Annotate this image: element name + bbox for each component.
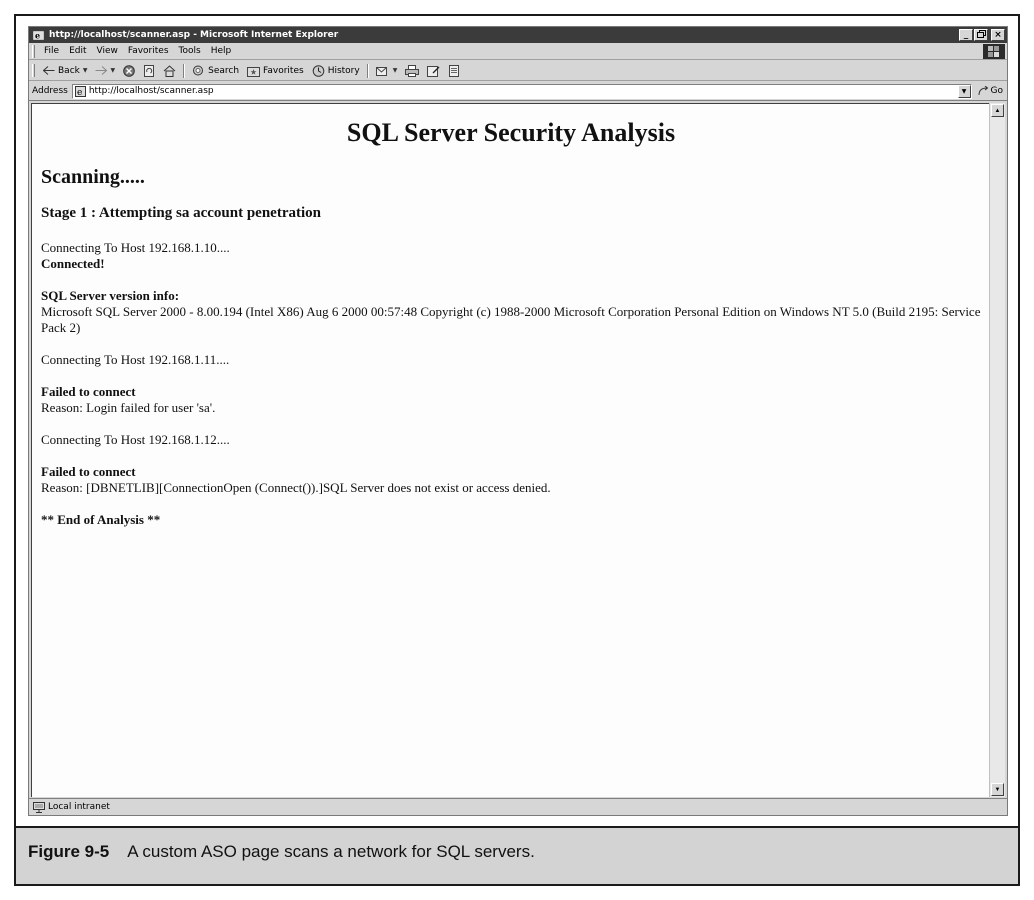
ie-page-icon: e bbox=[74, 85, 86, 97]
scroll-down-icon[interactable]: ▼ bbox=[991, 783, 1004, 796]
standard-toolbar: Back ▼ ▼ Search Favorites History ▼ bbox=[29, 61, 1007, 81]
home-icon bbox=[163, 64, 176, 77]
toolbar-separator bbox=[366, 63, 369, 78]
host2-reason: Reason: Login failed for user 'sa'. bbox=[41, 400, 216, 415]
maximize-button[interactable] bbox=[974, 29, 988, 41]
menubar-grip[interactable] bbox=[32, 44, 35, 58]
history-label: History bbox=[327, 65, 360, 76]
search-icon bbox=[192, 65, 205, 77]
forward-arrow-icon bbox=[95, 66, 108, 75]
menu-file[interactable]: File bbox=[39, 46, 64, 56]
menu-view[interactable]: View bbox=[92, 46, 123, 56]
back-button[interactable]: Back ▼ bbox=[39, 62, 91, 80]
go-label: Go bbox=[990, 86, 1003, 96]
menu-bar: File Edit View Favorites Tools Help bbox=[29, 43, 1007, 60]
forward-dropdown-icon[interactable]: ▼ bbox=[110, 67, 115, 74]
address-url: http://localhost/scanner.asp bbox=[88, 86, 214, 96]
mail-icon bbox=[375, 65, 390, 77]
version-info-text: Microsoft SQL Server 2000 - 8.00.194 (In… bbox=[41, 304, 981, 335]
scanning-heading: Scanning..... bbox=[41, 166, 145, 188]
scroll-up-icon[interactable]: ▲ bbox=[991, 104, 1004, 117]
back-label: Back bbox=[58, 65, 80, 76]
address-input[interactable]: e http://localhost/scanner.asp ▼ bbox=[71, 83, 972, 99]
mail-button[interactable]: ▼ bbox=[372, 62, 402, 80]
print-button[interactable] bbox=[401, 62, 423, 80]
mail-dropdown-icon[interactable]: ▼ bbox=[393, 67, 398, 74]
zone-label: Local intranet bbox=[48, 802, 110, 812]
browser-window: e http://localhost/scanner.asp - Microso… bbox=[28, 26, 1008, 816]
title-bar[interactable]: e http://localhost/scanner.asp - Microso… bbox=[29, 27, 1007, 43]
figure-caption-text: A custom ASO page scans a network for SQ… bbox=[127, 842, 535, 861]
history-icon bbox=[312, 64, 325, 77]
host1-result: Connected! bbox=[41, 256, 105, 271]
stage-heading: Stage 1 : Attempting sa account penetrat… bbox=[41, 205, 321, 221]
local-intranet-icon bbox=[33, 801, 45, 813]
host3-connecting: Connecting To Host 192.168.1.12.... bbox=[41, 432, 230, 447]
toolbar-separator bbox=[183, 63, 186, 78]
search-label: Search bbox=[208, 65, 240, 76]
minimize-button[interactable]: _ bbox=[959, 29, 973, 41]
address-bar: Address e http://localhost/scanner.asp ▼… bbox=[29, 82, 1007, 101]
page-content: SQL Server Security Analysis Scanning...… bbox=[31, 103, 989, 797]
edit-icon bbox=[427, 65, 440, 77]
menu-help[interactable]: Help bbox=[206, 46, 237, 56]
menu-favorites[interactable]: Favorites bbox=[123, 46, 174, 56]
host1-connecting: Connecting To Host 192.168.1.10.... bbox=[41, 240, 230, 255]
history-button[interactable]: History bbox=[308, 62, 364, 80]
address-label: Address bbox=[32, 86, 68, 96]
figure-label: Figure 9-5 bbox=[28, 842, 110, 861]
toolbar-grip[interactable] bbox=[32, 64, 35, 77]
refresh-button[interactable] bbox=[139, 62, 159, 80]
end-of-analysis: ** End of Analysis ** bbox=[41, 512, 161, 527]
go-button[interactable]: Go bbox=[972, 86, 1007, 96]
menu-edit[interactable]: Edit bbox=[64, 46, 91, 56]
ie-icon: e bbox=[32, 29, 45, 42]
back-arrow-icon bbox=[43, 66, 55, 75]
address-dropdown-icon[interactable]: ▼ bbox=[957, 84, 971, 98]
close-button[interactable]: × bbox=[991, 29, 1005, 41]
window-controls: _ × bbox=[959, 29, 1005, 41]
discuss-button[interactable] bbox=[444, 62, 464, 80]
stop-button[interactable] bbox=[119, 62, 139, 80]
discuss-icon bbox=[448, 64, 460, 77]
favorites-label: Favorites bbox=[263, 65, 304, 76]
figure-caption: Figure 9-5 A custom ASO page scans a net… bbox=[16, 826, 1018, 884]
search-button[interactable]: Search bbox=[188, 62, 243, 80]
favorites-button[interactable]: Favorites bbox=[243, 62, 308, 80]
favorites-icon bbox=[247, 65, 261, 77]
stop-icon bbox=[123, 64, 135, 77]
page-title: SQL Server Security Analysis bbox=[346, 118, 676, 147]
back-dropdown-icon[interactable]: ▼ bbox=[83, 67, 88, 74]
refresh-icon bbox=[143, 64, 155, 77]
host3-result: Failed to connect bbox=[41, 464, 136, 479]
vertical-scrollbar[interactable]: ▲ ▼ bbox=[989, 103, 1005, 797]
version-info-label: SQL Server version info: bbox=[41, 288, 180, 303]
window-title: http://localhost/scanner.asp - Microsoft… bbox=[49, 30, 339, 40]
menu-tools[interactable]: Tools bbox=[174, 46, 206, 56]
host3-reason: Reason: [DBNETLIB][ConnectionOpen (Conne… bbox=[41, 480, 551, 495]
host2-result: Failed to connect bbox=[41, 384, 136, 399]
figure-frame: e http://localhost/scanner.asp - Microso… bbox=[14, 14, 1020, 886]
host2-connecting: Connecting To Host 192.168.1.11.... bbox=[41, 352, 230, 367]
edit-button[interactable] bbox=[423, 62, 444, 80]
windows-logo-icon bbox=[983, 44, 1005, 59]
print-icon bbox=[405, 64, 420, 77]
home-button[interactable] bbox=[159, 62, 180, 80]
status-bar: Local intranet bbox=[29, 798, 1007, 815]
go-arrow-icon bbox=[978, 86, 989, 96]
svg-text:e: e bbox=[77, 88, 82, 97]
svg-text:e: e bbox=[35, 30, 40, 40]
forward-button[interactable]: ▼ bbox=[91, 62, 119, 80]
